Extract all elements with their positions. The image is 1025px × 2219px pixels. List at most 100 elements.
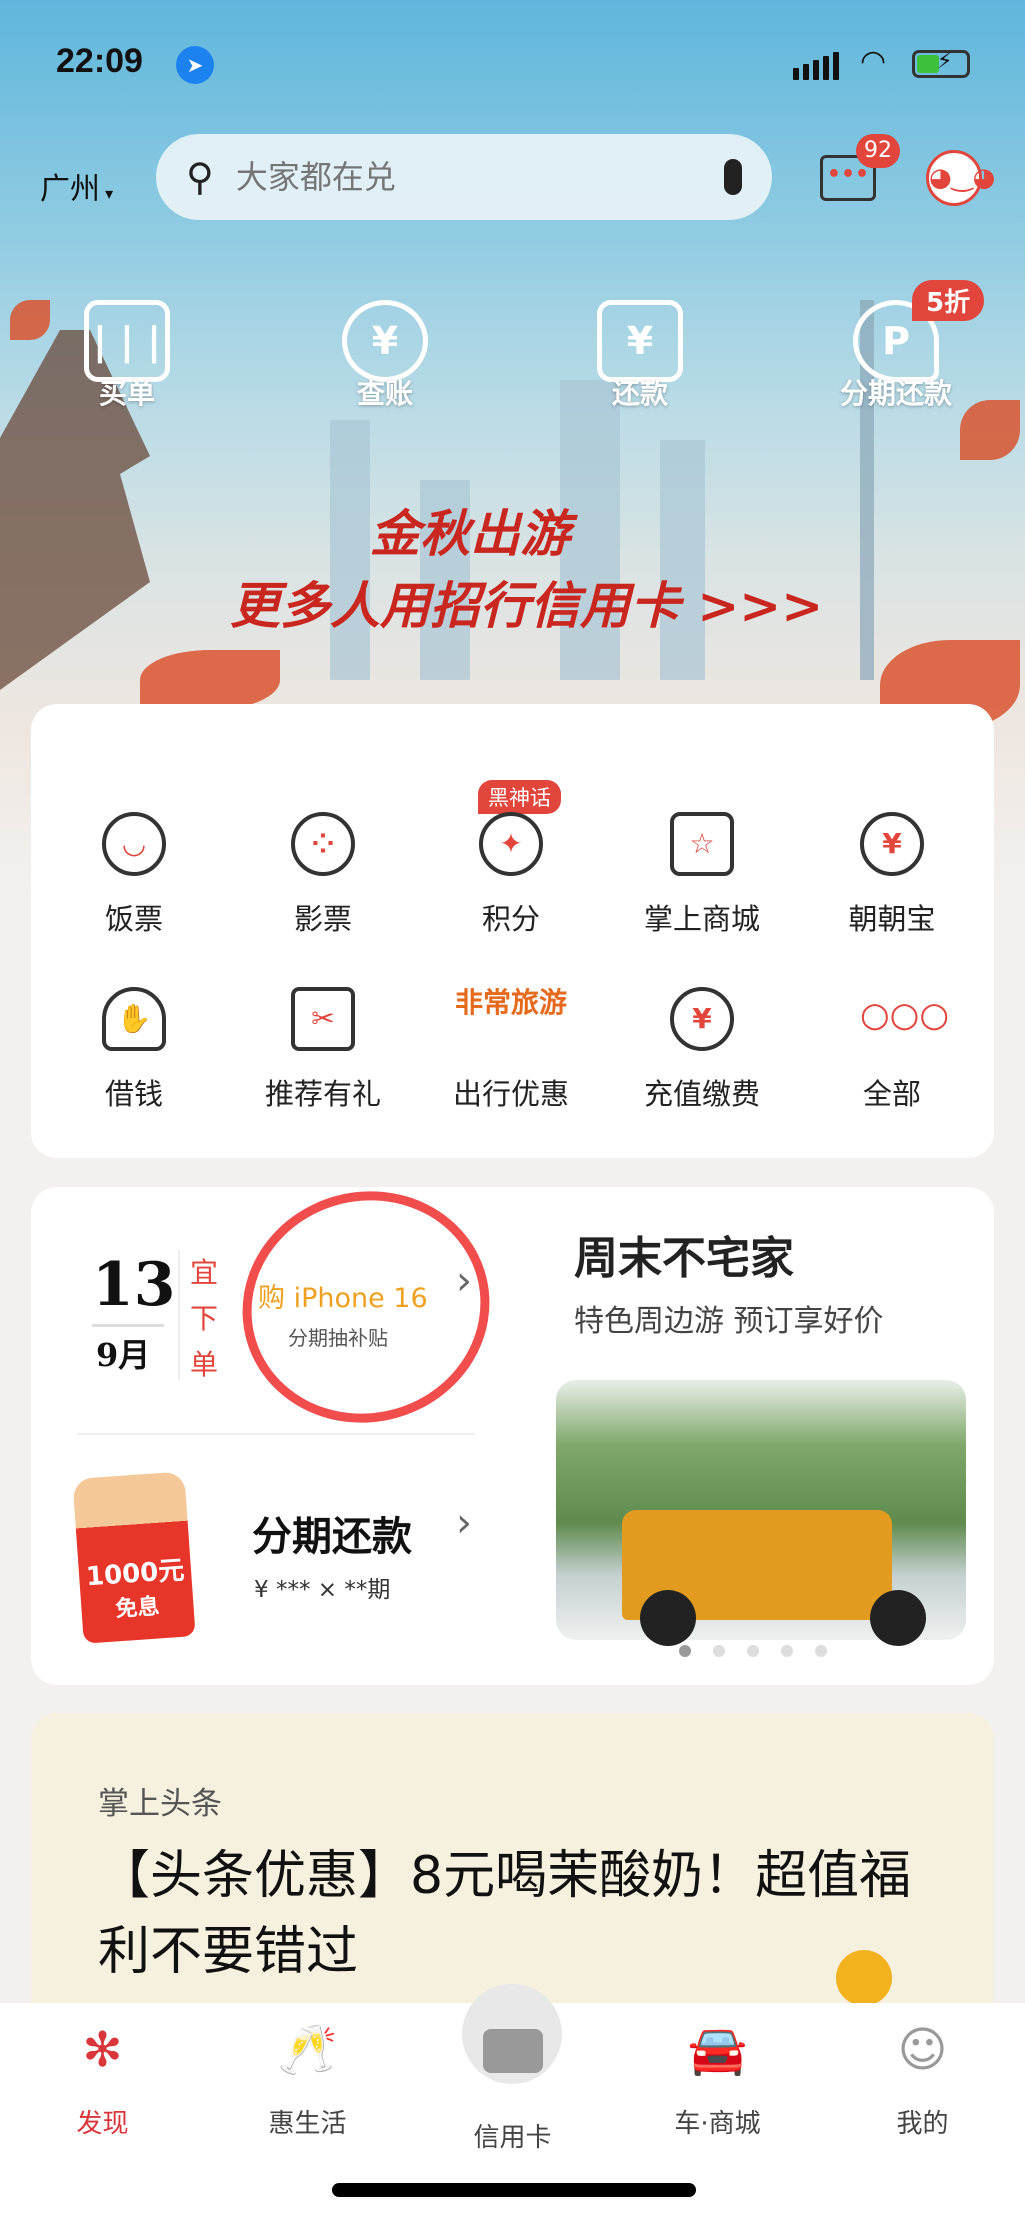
hand-money-icon: ✋ [102, 987, 166, 1051]
points-promo-badge: 黑神话 [478, 780, 561, 814]
yuan-plus-icon: ¥ [670, 987, 734, 1051]
maple-leaf [140, 650, 280, 710]
grid-item-topup[interactable]: ¥ 充值缴费 [612, 987, 792, 1113]
grid-item-label: 积分 [481, 902, 540, 936]
tab-label: 信用卡 [473, 2123, 552, 2153]
tab-life[interactable]: 🥂 惠生活 [205, 2015, 410, 2140]
wifi-icon: ◠ [860, 44, 887, 79]
message-count-badge: 92 [856, 134, 900, 168]
search-input[interactable] [235, 158, 724, 196]
calendar-divider [92, 1324, 164, 1327]
travel-logo-text: 非常旅游 [454, 986, 567, 1019]
weekend-subtitle: 特色周边游 预订享好价 [574, 1304, 884, 1339]
carousel-dot[interactable] [815, 1645, 827, 1657]
search-bar[interactable]: ⚲ [156, 134, 772, 220]
wheel [640, 1590, 696, 1646]
search-icon: ⚲ [186, 155, 214, 199]
grid-item-meal[interactable]: ◡ 饭票 [44, 812, 224, 938]
carousel-dot[interactable] [747, 1645, 759, 1657]
carousel-dot-active[interactable] [679, 1645, 691, 1657]
tab-discover[interactable]: ✻ 发现 [0, 2015, 205, 2140]
quick-action-label: 分期还款 [839, 377, 952, 410]
quick-action-bill[interactable]: ¥ 查账 [285, 300, 485, 412]
mascot-avatar[interactable]: ◕‿◕ [926, 150, 995, 206]
cellular-signal-icon [793, 52, 839, 80]
status-time: 22:09 [56, 42, 143, 80]
yuan-search-icon: ¥ [342, 300, 428, 382]
yuan-transfer-icon: ¥ [597, 300, 683, 382]
travel-logo: 非常旅游 [421, 987, 601, 1051]
grid-item-referral[interactable]: ✂ 推荐有礼 [233, 987, 413, 1113]
calendar-month: 9月 [96, 1336, 151, 1374]
caret-down-icon: ▾ [100, 184, 114, 203]
grid-item-all[interactable]: ○○○ 全部 [802, 987, 982, 1113]
car-icon: 🚘 [687, 2022, 748, 2078]
grid-item-mall[interactable]: ☆ 掌上商城 [612, 812, 792, 938]
location-arrow-icon: ➤ [176, 46, 214, 84]
quick-action-label: 还款 [611, 377, 668, 410]
grid-item-zhaozhaobao[interactable]: ¥ 朝朝宝 [802, 812, 982, 938]
grid-item-label: 借钱 [104, 1077, 163, 1111]
tab-label: 车·商城 [674, 2109, 761, 2139]
more-dots-icon: ○○○ [860, 995, 950, 1035]
money-bag-icon: ¥ [860, 812, 924, 876]
credit-card-icon [478, 2029, 548, 2099]
grid-item-loan[interactable]: ✋ 借钱 [44, 987, 224, 1113]
grid-item-label: 影票 [293, 902, 352, 936]
tab-label: 我的 [896, 2109, 949, 2139]
grid-item-points[interactable]: ✦ 积分 [421, 812, 601, 938]
flower-at-icon: ✻ [82, 2022, 123, 2078]
coin-icon [836, 1950, 892, 2006]
installment-subtitle: ¥ *** × **期 [254, 1577, 391, 1603]
points-icon: ✦ [479, 812, 543, 876]
quick-action-pay[interactable]: | | | 买单 [27, 300, 227, 412]
battery-icon: ⚡ [912, 49, 970, 78]
weekend-title[interactable]: 周末不宅家 [574, 1222, 794, 1286]
banner-subline[interactable]: 更多人用招行信用卡 >>> [230, 566, 823, 638]
calendar-day: 13 [92, 1250, 176, 1320]
divider [178, 1250, 180, 1380]
carousel-dot[interactable] [781, 1645, 793, 1657]
tab-label: 发现 [76, 2109, 129, 2139]
microphone-icon[interactable] [724, 159, 742, 195]
film-reel-icon: ⁘ [291, 812, 355, 876]
grid-item-label: 出行优惠 [452, 1077, 569, 1111]
grid-item-label: 推荐有礼 [264, 1077, 381, 1111]
red-envelope-amount: 1000元 [85, 1555, 186, 1593]
grid-item-label: 饭票 [104, 902, 163, 936]
skyline-building [330, 420, 370, 680]
quick-action-repay[interactable]: ¥ 还款 [540, 300, 740, 412]
city-selector[interactable]: 广州 ▾ [40, 164, 113, 208]
person-icon: ☺ [897, 2022, 948, 2078]
rice-bowl-icon: ◡ [102, 812, 166, 876]
grid-item-travel[interactable]: 非常旅游 出行优惠 [421, 987, 601, 1113]
quick-action-label: 查账 [356, 377, 413, 410]
grid-item-movie[interactable]: ⁘ 影票 [233, 812, 413, 938]
tab-mine[interactable]: ☺ 我的 [820, 2015, 1025, 2140]
divider [78, 1433, 474, 1435]
carousel-dot[interactable] [713, 1645, 725, 1657]
tab-credit-card[interactable]: 信用卡 [410, 2015, 615, 2154]
grid-item-label: 朝朝宝 [848, 902, 936, 936]
grid-item-label: 掌上商城 [643, 902, 760, 936]
scan-icon: | | | [84, 300, 170, 382]
almanac-text: 宜 下 单 [190, 1256, 219, 1381]
wheel [870, 1590, 926, 1646]
red-envelope-label: 免息 [114, 1594, 161, 1623]
chevron-right-icon[interactable]: › [456, 1500, 472, 1546]
tab-car-mall[interactable]: 🚘 车·商城 [615, 2015, 820, 2140]
skyline-building [660, 440, 705, 680]
shopping-bag-icon: ☆ [670, 812, 734, 876]
red-envelope[interactable]: 1000元 免息 [72, 1471, 196, 1644]
banner-headline[interactable]: 金秋出游 [370, 494, 570, 566]
installment-title[interactable]: 分期还款 [252, 1504, 412, 1562]
news-section-label: 掌上头条 [98, 1786, 222, 1822]
cheers-glasses-icon: 🥂 [277, 2022, 338, 2078]
city-label: 广州 [40, 172, 100, 207]
grid-item-label: 全部 [862, 1077, 921, 1111]
discount-badge: 5折 [912, 280, 985, 321]
tab-label: 惠生活 [268, 2109, 347, 2139]
news-headline[interactable]: 【头条优惠】8元喝茉酸奶！超值福利不要错过 [98, 1838, 918, 1990]
quick-action-label: 买单 [98, 377, 155, 410]
home-indicator[interactable] [332, 2183, 696, 2197]
